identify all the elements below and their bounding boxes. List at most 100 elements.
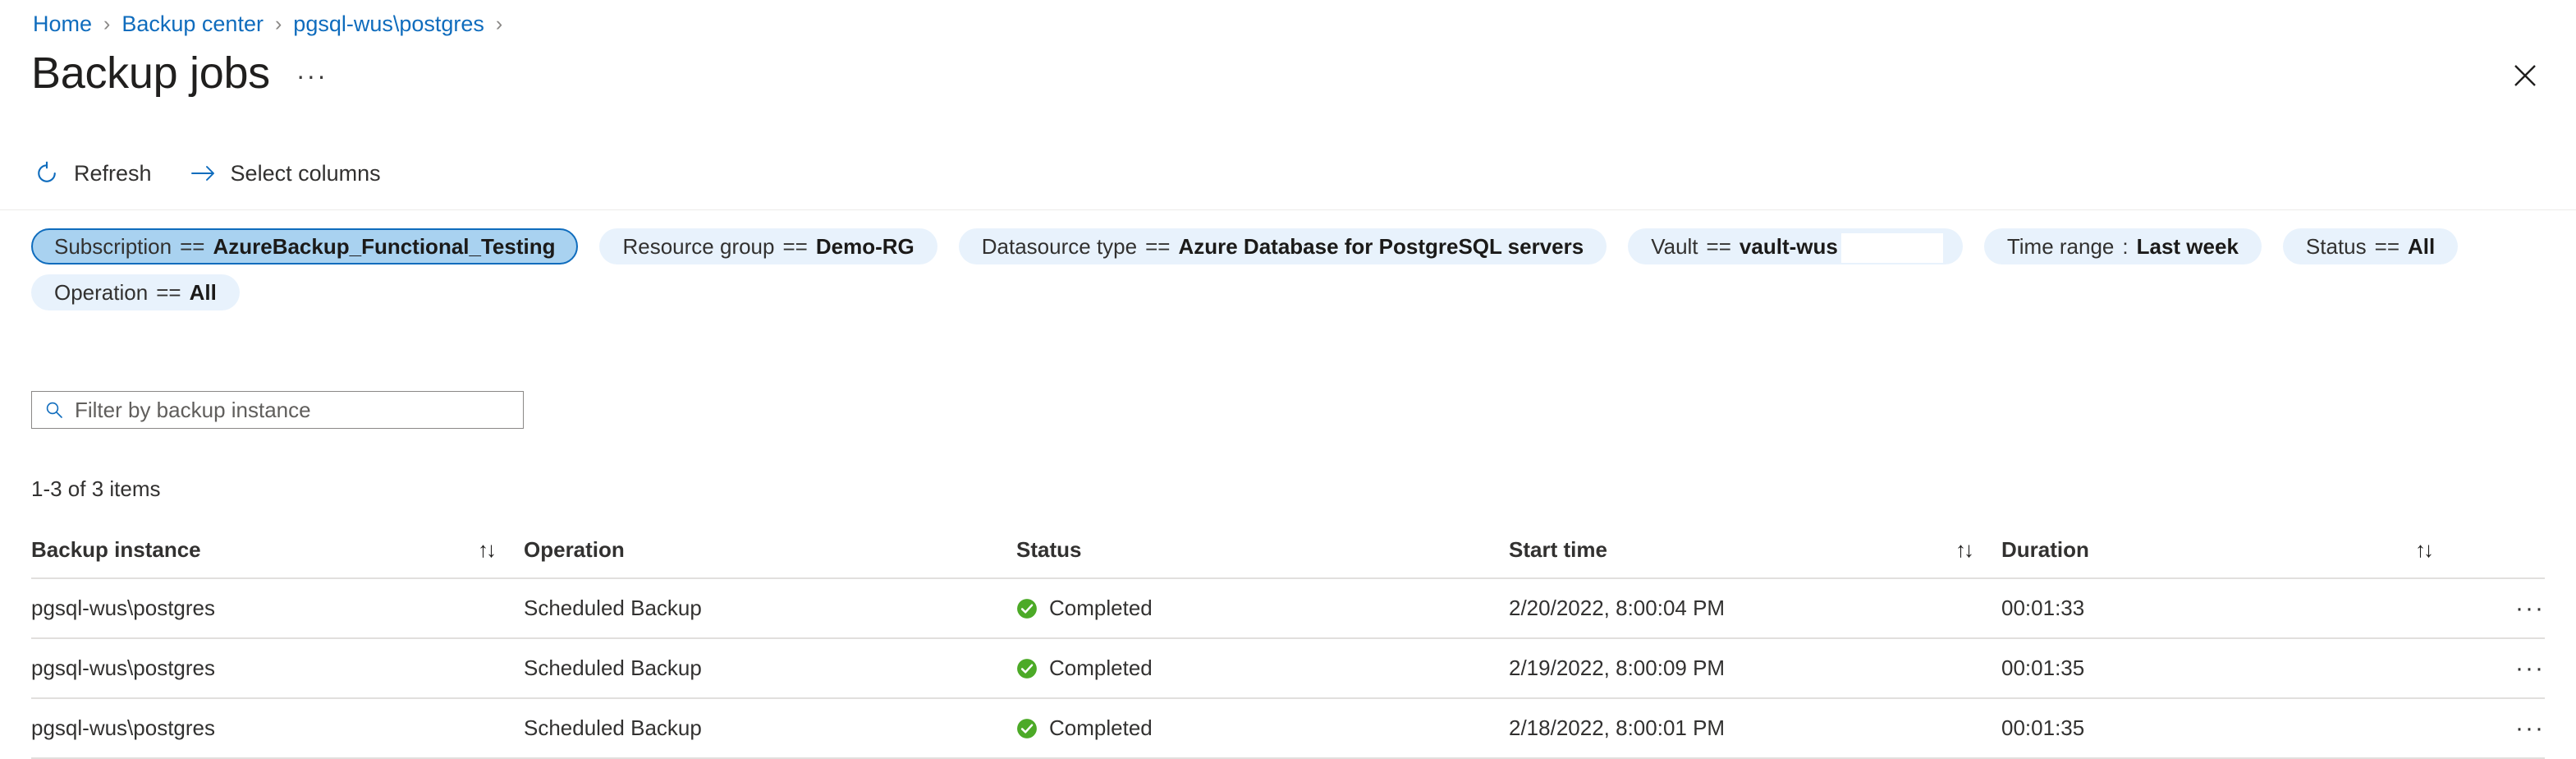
command-bar-divider (0, 209, 2576, 210)
row-context-menu-button[interactable]: ··· (2461, 656, 2545, 681)
filter-pill-key: Resource group (622, 233, 775, 259)
filter-pill-key: Datasource type (981, 233, 1138, 259)
result-count: 1-3 of 3 items (31, 476, 161, 501)
row-context-menu-button[interactable]: ··· (2461, 596, 2545, 621)
column-header-label: Duration (2001, 537, 2089, 562)
column-header-label: Operation (524, 537, 625, 562)
cell-backup-instance: pgsql-wus\postgres (31, 638, 524, 699)
search-icon (44, 399, 65, 421)
filter-pill-operator: == (180, 233, 205, 259)
status-badge: Completed (1049, 596, 1153, 620)
filter-pill-key: Operation (54, 279, 149, 305)
filter-pill-row: Operation == All (31, 274, 2543, 310)
close-button[interactable] (2505, 56, 2545, 95)
column-header-label: Status (1016, 537, 1082, 562)
filter-pill-area: Subscription == AzureBackup_Functional_T… (31, 228, 2543, 310)
cell-start-time: 2/19/2022, 8:00:09 PM (1509, 638, 2001, 699)
cell-duration: 00:01:35 (2001, 698, 2461, 759)
arrow-right-icon (190, 159, 218, 187)
page-more-menu-button[interactable]: ··· (296, 61, 328, 91)
filter-pill-operator: == (1706, 233, 1731, 259)
status-badge: Completed (1049, 656, 1153, 680)
sort-toggle-icon[interactable]: ↑↓ (2415, 537, 2434, 563)
cell-start-time: 2/20/2022, 8:00:04 PM (1509, 578, 2001, 639)
select-columns-button[interactable]: Select columns (190, 154, 381, 192)
filter-pill-value: vault-wus (1739, 233, 1838, 259)
breadcrumb-item-home[interactable]: Home (33, 13, 92, 35)
column-header-operation[interactable]: Operation (524, 526, 1016, 579)
cell-duration: 00:01:33 (2001, 578, 2461, 639)
filter-pill-subscription[interactable]: Subscription == AzureBackup_Functional_T… (31, 228, 579, 264)
breadcrumb-item-pgsql-wus-postgres[interactable]: pgsql-wus\postgres (293, 13, 484, 35)
row-context-menu-button[interactable]: ··· (2461, 715, 2545, 741)
column-header-status[interactable]: Status (1016, 526, 1509, 579)
breadcrumb: Home › Backup center › pgsql-wus\postgre… (33, 13, 514, 35)
filter-pill-key: Time range (2006, 233, 2115, 259)
filter-pill-value: Azure Database for PostgreSQL servers (1178, 233, 1584, 259)
filter-pill-value: All (2408, 233, 2436, 259)
column-header-start-time[interactable]: Start time ↑↓ (1509, 526, 2001, 579)
cell-backup-instance: pgsql-wus\postgres (31, 698, 524, 759)
close-icon (2513, 63, 2537, 88)
search-box[interactable] (31, 391, 524, 429)
cell-start-time: 2/18/2022, 8:00:01 PM (1509, 698, 2001, 759)
cell-status: Completed (1016, 638, 1509, 699)
table-row[interactable]: pgsql-wus\postgres Scheduled Backup Comp… (31, 698, 2545, 759)
cell-operation: Scheduled Backup (524, 698, 1016, 759)
cell-operation: Scheduled Backup (524, 638, 1016, 699)
filter-pill-datasource-type[interactable]: Datasource type == Azure Database for Po… (958, 228, 1607, 264)
filter-pill-key: Subscription (54, 233, 172, 259)
cell-row-actions[interactable]: ··· (2461, 698, 2545, 759)
refresh-button[interactable]: Refresh (33, 154, 152, 192)
cell-row-actions[interactable]: ··· (2461, 578, 2545, 639)
status-badge: Completed (1049, 715, 1153, 740)
column-header-actions (2461, 526, 2545, 579)
refresh-label: Refresh (74, 160, 152, 186)
breadcrumb-item-backup-center[interactable]: Backup center (121, 13, 264, 35)
column-header-duration[interactable]: Duration ↑↓ (2001, 526, 2461, 579)
filter-pill-operator: == (1145, 233, 1171, 259)
table-header-row: Backup instance ↑↓ Operation Status Star… (31, 526, 2545, 579)
filter-pill-row: Subscription == AzureBackup_Functional_T… (31, 228, 2543, 264)
sort-toggle-icon[interactable]: ↑↓ (478, 537, 497, 563)
select-columns-label: Select columns (230, 160, 381, 186)
filter-pill-operation[interactable]: Operation == All (31, 274, 240, 310)
table-row[interactable]: pgsql-wus\postgres Scheduled Backup Comp… (31, 578, 2545, 639)
cell-operation: Scheduled Backup (524, 578, 1016, 639)
filter-pill-resource-group[interactable]: Resource group == Demo-RG (599, 228, 937, 264)
filter-pill-value: Last week (2136, 233, 2239, 259)
success-check-icon (1016, 718, 1038, 739)
filter-pill-value: All (189, 279, 217, 305)
cell-backup-instance: pgsql-wus\postgres (31, 578, 524, 639)
filter-pill-blank-region (1840, 233, 1943, 263)
filter-pill-value: AzureBackup_Functional_Testing (213, 233, 556, 259)
filter-pill-status[interactable]: Status == All (2282, 228, 2459, 264)
command-bar: Refresh Select columns (33, 154, 419, 192)
cell-status: Completed (1016, 578, 1509, 639)
filter-pill-key: Vault (1651, 233, 1698, 259)
cell-row-actions[interactable]: ··· (2461, 638, 2545, 699)
filter-pill-operator: == (156, 279, 181, 305)
filter-pill-operator: : (2122, 233, 2129, 259)
sort-toggle-icon[interactable]: ↑↓ (1955, 537, 1974, 563)
filter-pill-time-range[interactable]: Time range : Last week (1983, 228, 2262, 264)
breadcrumb-separator: › (103, 12, 111, 35)
filter-pill-operator: == (782, 233, 808, 259)
cell-duration: 00:01:35 (2001, 638, 2461, 699)
filter-pill-value: Demo-RG (815, 233, 914, 259)
filter-pill-operator: == (2374, 233, 2400, 259)
search-input[interactable] (75, 397, 511, 423)
breadcrumb-separator: › (495, 12, 503, 35)
page-title: Backup jobs (31, 48, 270, 98)
success-check-icon (1016, 598, 1038, 619)
success-check-icon (1016, 658, 1038, 679)
column-header-label: Backup instance (31, 537, 201, 562)
backup-jobs-table: Backup instance ↑↓ Operation Status Star… (31, 526, 2545, 759)
filter-pill-vault[interactable]: Vault == vault-wus (1628, 228, 1963, 264)
refresh-icon (33, 159, 61, 187)
column-header-label: Start time (1509, 537, 1607, 562)
table-row[interactable]: pgsql-wus\postgres Scheduled Backup Comp… (31, 638, 2545, 699)
column-header-backup-instance[interactable]: Backup instance ↑↓ (31, 526, 524, 579)
cell-status: Completed (1016, 698, 1509, 759)
page-header: Backup jobs ··· (31, 51, 328, 95)
